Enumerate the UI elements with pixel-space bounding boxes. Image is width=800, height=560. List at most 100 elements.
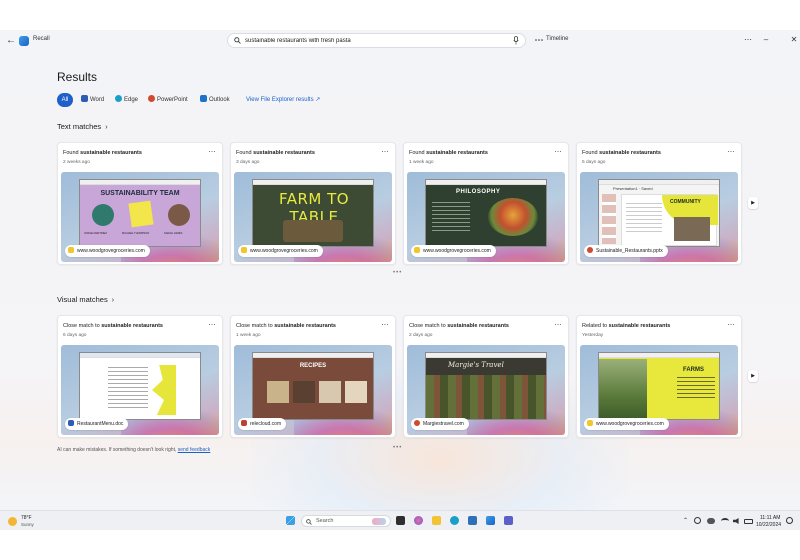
source-chip[interactable]: Margiestravel.com bbox=[411, 418, 469, 430]
filter-word-label: Word bbox=[90, 97, 105, 103]
text-match-card[interactable]: Found sustainable restaurants 1 week ago… bbox=[403, 142, 569, 265]
store-icon[interactable] bbox=[468, 516, 477, 525]
powerpoint-icon bbox=[148, 95, 155, 102]
card-title-bold: sustainable restaurants bbox=[447, 323, 509, 329]
visual-match-card[interactable]: Related to sustainable restaurants Yeste… bbox=[576, 315, 742, 438]
filter-edge[interactable]: Edge bbox=[115, 93, 138, 107]
windows-start-icon[interactable] bbox=[286, 516, 295, 525]
visual-matches-header[interactable]: Visual matches › bbox=[57, 295, 114, 304]
page-dots[interactable]: ••• bbox=[393, 445, 402, 451]
source-chip[interactable]: www.woodgrovegroceries.com bbox=[238, 245, 323, 257]
battery-icon[interactable] bbox=[744, 518, 753, 524]
task-view-icon[interactable] bbox=[396, 516, 405, 525]
more-icon[interactable]: ⋯ bbox=[555, 322, 563, 329]
source-label: RestaurantMenu.doc bbox=[77, 421, 124, 427]
source-label: www.woodgrovegroceries.com bbox=[250, 248, 318, 254]
card-title-bold: sustainable restaurants bbox=[274, 323, 336, 329]
send-feedback-link[interactable]: send feedback bbox=[178, 447, 211, 453]
chevron-up-icon[interactable]: ⌃ bbox=[683, 517, 688, 524]
card-thumbnail: PHILOSOPHY www.woodgrovegroceries.com bbox=[407, 172, 565, 262]
more-icon[interactable]: ⋯ bbox=[728, 322, 736, 329]
text-block bbox=[432, 202, 470, 232]
card-time: Yesterday bbox=[582, 333, 604, 338]
language-icon[interactable] bbox=[694, 517, 701, 524]
more-icon[interactable]: ⋯ bbox=[382, 149, 390, 156]
bottom-strip bbox=[0, 530, 800, 560]
source-label: Sustainable_Restaurants.pptx bbox=[596, 248, 663, 254]
edge-icon bbox=[115, 95, 122, 102]
teams-icon[interactable] bbox=[504, 516, 513, 525]
taskbar-search[interactable]: Search bbox=[301, 515, 391, 527]
clock-time[interactable]: 11:11 AM bbox=[760, 515, 780, 521]
card-title-prefix: Found bbox=[236, 150, 252, 156]
web-icon bbox=[414, 420, 420, 426]
card-title-prefix: Close match to bbox=[63, 323, 100, 329]
title-bar: ← Recall Timeline ⋯ – bbox=[0, 30, 800, 52]
more-icon[interactable]: ⋯ bbox=[209, 149, 217, 156]
search-input[interactable] bbox=[245, 36, 505, 46]
more-options-icon[interactable]: ⋯ bbox=[742, 34, 754, 46]
volume-icon[interactable] bbox=[733, 518, 739, 524]
recipe-photo-4 bbox=[345, 381, 367, 403]
visual-match-card[interactable]: Close match to sustainable restaurants 1… bbox=[230, 315, 396, 438]
source-chip[interactable]: www.woodgrovegroceries.com bbox=[584, 418, 669, 430]
more-icon[interactable]: ⋯ bbox=[728, 149, 736, 156]
source-chip[interactable]: Sustainable_Restaurants.pptx bbox=[584, 245, 668, 257]
next-arrow-icon[interactable]: ▶ bbox=[748, 370, 758, 382]
search-box[interactable] bbox=[227, 33, 526, 48]
thumb-title: Presentation1 · Saved bbox=[613, 186, 653, 191]
visual-match-card[interactable]: Close match to sustainable restaurants 6… bbox=[57, 315, 223, 438]
file-explorer-link[interactable]: View File Explorer results ↗ bbox=[246, 93, 320, 107]
disclaimer: AI can make mistakes. If something doesn… bbox=[57, 447, 210, 453]
source-chip[interactable]: www.woodgrovegroceries.com bbox=[411, 245, 496, 257]
source-chip[interactable]: RestaurantMenu.doc bbox=[65, 418, 129, 430]
close-button[interactable]: ✕ bbox=[788, 34, 800, 46]
recall-taskbar-icon[interactable] bbox=[486, 516, 495, 525]
copilot-icon[interactable] bbox=[414, 516, 423, 525]
card-title: Found sustainable restaurants bbox=[582, 150, 661, 156]
more-icon[interactable]: ⋯ bbox=[555, 149, 563, 156]
weather-condition[interactable]: Sunny bbox=[21, 522, 34, 527]
source-chip[interactable]: relecloud.com bbox=[238, 418, 287, 430]
card-time: 5 days ago bbox=[582, 160, 606, 165]
weather-sun-icon[interactable] bbox=[8, 517, 17, 526]
cloud-icon[interactable] bbox=[707, 518, 715, 524]
card-time: 2 days ago bbox=[409, 333, 433, 338]
external-link-icon: ↗ bbox=[315, 97, 321, 103]
text-match-card[interactable]: Found sustainable restaurants 5 days ago… bbox=[576, 142, 742, 265]
wifi-icon[interactable] bbox=[721, 518, 729, 524]
page-dots[interactable]: ••• bbox=[393, 270, 402, 276]
source-chip[interactable]: www.woodgrovegroceries.com bbox=[65, 245, 150, 257]
more-icon[interactable]: ⋯ bbox=[382, 322, 390, 329]
maximize-button[interactable] bbox=[763, 34, 775, 46]
timeline-icon[interactable] bbox=[535, 37, 543, 43]
next-arrow-icon[interactable]: ▶ bbox=[748, 197, 758, 209]
recipe-photo-1 bbox=[267, 381, 289, 403]
microphone-icon[interactable] bbox=[513, 36, 519, 45]
food-bowl-photo bbox=[488, 198, 538, 236]
card-title-bold: sustainable restaurants bbox=[599, 150, 661, 156]
timeline-button[interactable]: Timeline bbox=[546, 36, 568, 42]
back-arrow-icon[interactable]: ← bbox=[5, 35, 17, 47]
filter-all[interactable]: All bbox=[57, 93, 73, 107]
text-match-card[interactable]: Found sustainable restaurants 3 days ago… bbox=[230, 142, 396, 265]
visual-match-card[interactable]: Close match to sustainable restaurants 2… bbox=[403, 315, 569, 438]
file-explorer-icon[interactable] bbox=[432, 516, 441, 525]
edge-icon[interactable] bbox=[450, 516, 459, 525]
more-icon[interactable]: ⋯ bbox=[209, 322, 217, 329]
thumb-heading: SUSTAINABILITY TEAM bbox=[100, 190, 180, 197]
text-matches-header[interactable]: Text matches › bbox=[57, 122, 108, 131]
filter-outlook[interactable]: Outlook bbox=[200, 93, 230, 107]
browser-bar bbox=[253, 180, 373, 185]
clock-date[interactable]: 10/22/2024 bbox=[756, 522, 781, 528]
browser-bar bbox=[80, 180, 200, 185]
filter-word[interactable]: Word bbox=[81, 93, 104, 107]
card-title: Found sustainable restaurants bbox=[236, 150, 315, 156]
card-time: 6 days ago bbox=[63, 333, 87, 338]
notification-bell-icon[interactable] bbox=[786, 517, 793, 524]
filter-powerpoint[interactable]: PowerPoint bbox=[148, 93, 188, 107]
document-graphic bbox=[152, 365, 176, 415]
weather-temp[interactable]: 78°F bbox=[21, 515, 32, 521]
text-match-card[interactable]: Found sustainable restaurants 2 weeks ag… bbox=[57, 142, 223, 265]
search-highlight-icon bbox=[372, 518, 386, 525]
